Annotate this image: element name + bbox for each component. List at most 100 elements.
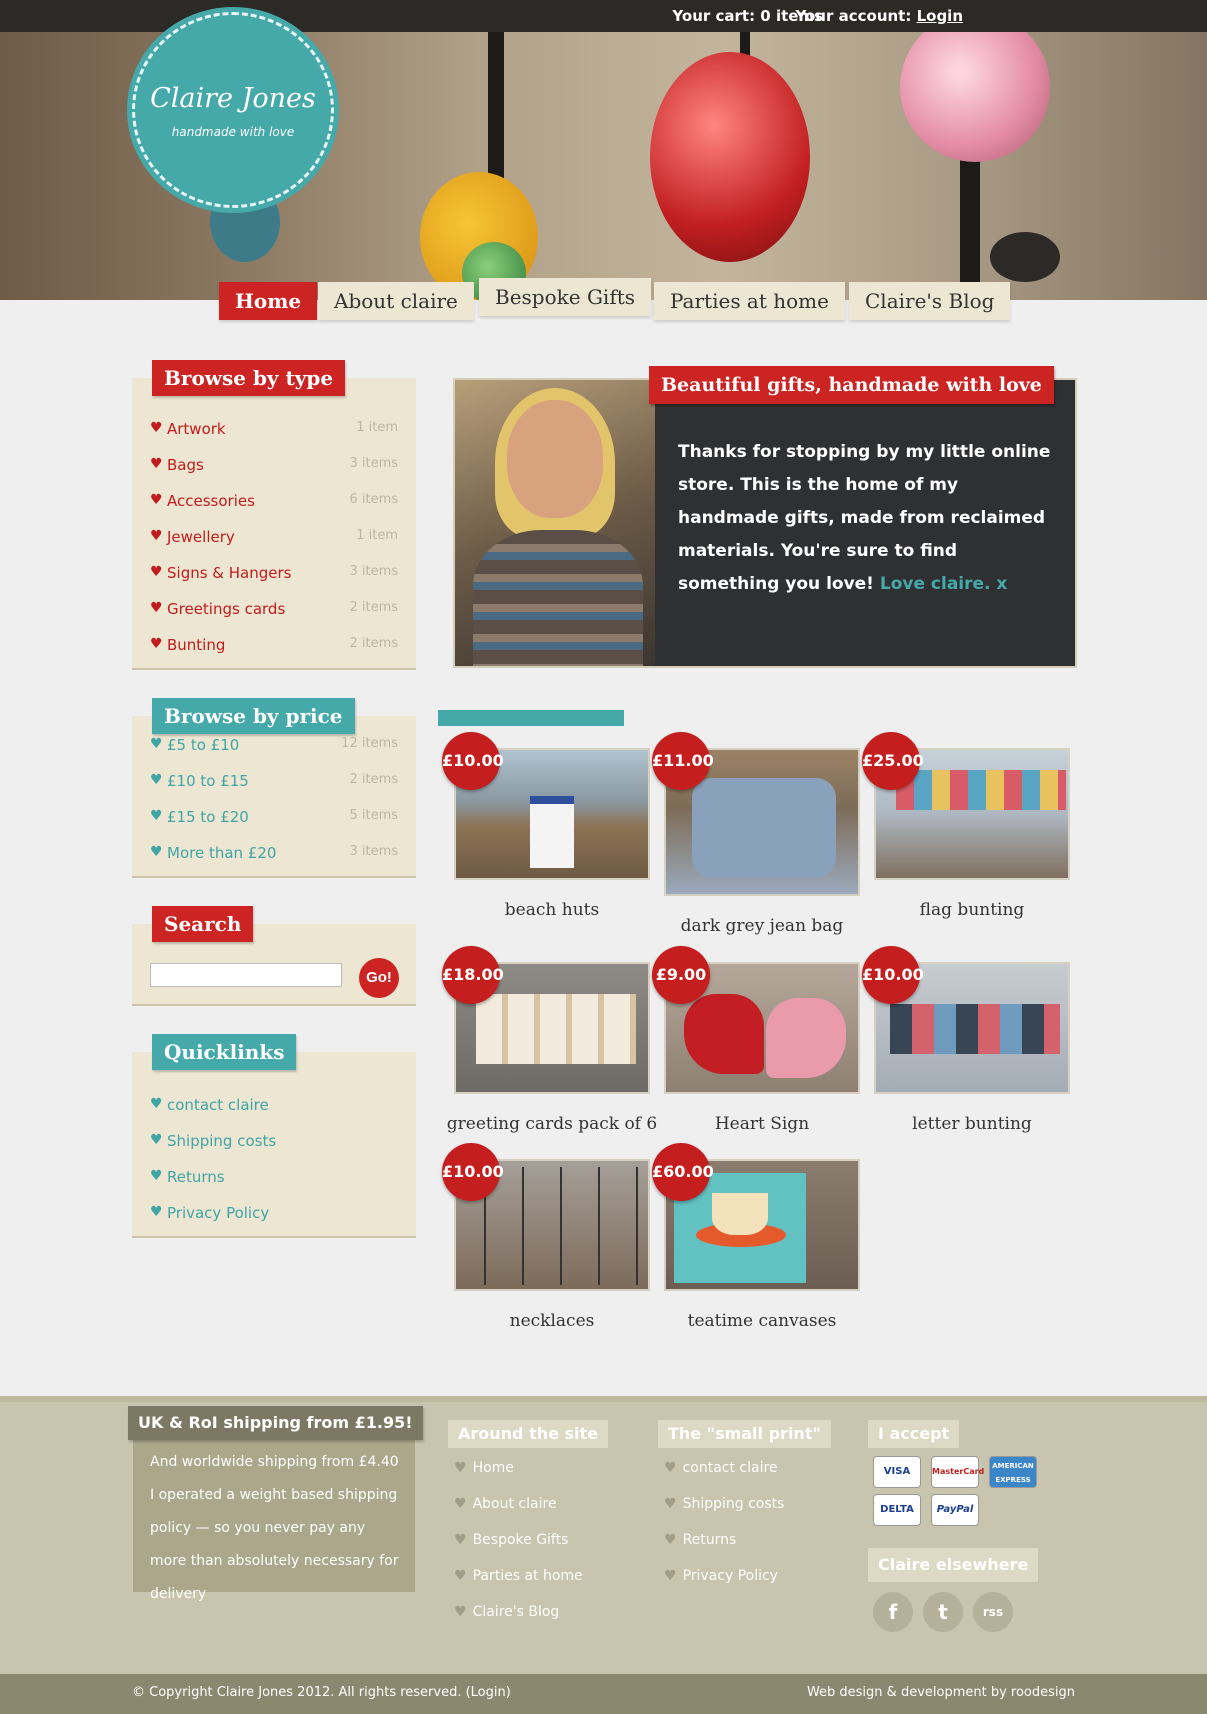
heart-icon: ♥ [150,456,163,472]
search-title: Search [152,906,254,942]
browse-type-item[interactable]: ♥ Bags 3 items [150,456,398,476]
footer-smallprint-item[interactable]: ♥ contact claire [664,1460,778,1476]
footer-smallprint-title: The "small print" [658,1420,831,1448]
heart-icon: ♥ [664,1460,677,1476]
browse-type-panel: Browse by type ♥ Artwork 1 item ♥ Bags 3 ite… [132,360,416,670]
bead-red [650,52,810,262]
product-name[interactable]: letter bunting [854,1114,1090,1134]
browse-price-item[interactable]: ♥ More than £20 3 items [150,844,398,864]
product-name[interactable]: greeting cards pack of 6 [434,1114,670,1134]
footer-around-item[interactable]: ♥ Bespoke Gifts [454,1532,568,1548]
product-name[interactable]: dark grey jean bag [644,916,880,936]
bead-black [990,232,1060,282]
site-logo[interactable]: Claire Jones handmade with love [132,12,334,208]
browse-price-item[interactable]: ♥ £10 to £15 2 items [150,772,398,792]
nav-blog[interactable]: Claire's Blog [849,282,1011,320]
facebook-icon[interactable]: f [873,1592,913,1632]
quicklink-item[interactable]: ♥ contact claire [150,1096,398,1116]
quicklinks-panel: Quicklinks ♥ contact claire ♥ Shipping cos… [132,1034,416,1238]
login-link[interactable]: Login [917,7,963,25]
nav-home[interactable]: Home [219,282,318,320]
footer-smallprint-item[interactable]: ♥ Privacy Policy [664,1568,778,1584]
heart-icon: ♥ [150,492,163,508]
footer-elsewhere-title: Claire elsewhere [868,1548,1039,1582]
photo-face [507,400,603,518]
search-input[interactable] [150,963,342,987]
heart-icon: ♥ [454,1496,467,1512]
price-badge: £11.00 [652,732,714,790]
visa-card-icon: VISA [873,1456,921,1488]
footer-around-item[interactable]: ♥ Home [454,1460,514,1476]
heart-icon: ♥ [150,564,163,580]
browse-price-item[interactable]: ♥ £15 to £20 5 items [150,808,398,828]
footer-around-title: Around the site [448,1420,609,1448]
footer-shipping-title: UK & RoI shipping from £1.95! [128,1406,423,1440]
footer-around-item[interactable]: ♥ Parties at home [454,1568,583,1584]
feature-signature: Love claire. x [879,574,1008,594]
delta-card-icon: DELTA [873,1494,921,1526]
heart-icon: ♥ [150,772,163,788]
beach-hut-shape [530,796,574,868]
nav-bespoke[interactable]: Bespoke Gifts [479,278,652,316]
price-badge: £9.00 [652,946,710,1004]
rss-icon[interactable]: rss [973,1592,1013,1632]
product-name[interactable]: necklaces [434,1311,670,1331]
browse-type-item[interactable]: ♥ Signs & Hangers 3 items [150,564,398,584]
claire-photo [455,380,655,666]
feature-text: Thanks for stopping by my little online … [678,442,1051,594]
product-name[interactable]: flag bunting [854,900,1090,920]
browse-type-item[interactable]: ♥ Artwork 1 item [150,420,398,440]
heart-icon: ♥ [664,1568,677,1584]
feature-panel: Thanks for stopping by my little online … [453,378,1077,668]
quicklinks-title: Quicklinks [152,1034,297,1070]
footer-around-item[interactable]: ♥ Claire's Blog [454,1604,559,1620]
footer-smallprint-item[interactable]: ♥ Returns [664,1532,736,1548]
heart-icon: ♥ [150,1132,163,1148]
browse-price-item[interactable]: ♥ £5 to £10 12 items [150,736,398,756]
browse-price-panel: Browse by price ♥ £5 to £10 12 items ♥ £10 … [132,698,416,878]
price-badge: £25.00 [862,732,924,790]
price-badge: £18.00 [442,946,504,1004]
quicklink-item[interactable]: ♥ Privacy Policy [150,1204,398,1224]
browse-type-item[interactable]: ♥ Greetings cards 2 items [150,600,398,620]
jean-bag-shape [692,778,836,878]
quicklink-item[interactable]: ♥ Returns [150,1168,398,1188]
design-credit[interactable]: Web design & development by roodesign [807,1685,1075,1700]
twitter-icon[interactable]: t [923,1592,963,1632]
browse-type-item[interactable]: ♥ Jewellery 1 item [150,528,398,548]
letter-bunting-shape [890,1004,1060,1054]
heart-icon: ♥ [150,600,163,616]
heart-icon: ♥ [150,1168,163,1184]
product-name[interactable]: Heart Sign [644,1114,880,1134]
heart-icon: ♥ [454,1460,467,1476]
heart-icon: ♥ [150,844,163,860]
price-badge: £10.00 [442,732,504,790]
quicklink-item[interactable]: ♥ Shipping costs [150,1132,398,1152]
heart-icon: ♥ [454,1568,467,1584]
feature-title: Beautiful gifts, handmade with love [649,366,1054,404]
nav-about[interactable]: About claire [318,282,474,320]
nav-parties[interactable]: Parties at home [654,282,845,320]
heart-icon: ♥ [150,636,163,652]
product-name[interactable]: beach huts [434,900,670,920]
heart-sign-pink [766,998,846,1078]
mastercard-icon: MasterCard [931,1456,984,1488]
browse-type-title: Browse by type [152,360,346,396]
search-go-button[interactable]: Go! [359,958,399,998]
heart-icon: ♥ [664,1532,677,1548]
heart-icon: ♥ [150,736,163,752]
footer-smallprint-item[interactable]: ♥ Shipping costs [664,1496,784,1512]
product-name[interactable]: teatime canvases [644,1311,880,1331]
heart-icon: ♥ [150,1204,163,1220]
browse-type-item[interactable]: ♥ Bunting 2 items [150,636,398,656]
footer-around-item[interactable]: ♥ About claire [454,1496,557,1512]
amex-card-icon: AMERICAN EXPRESS [989,1456,1037,1488]
paypal-icon: PayPal [931,1494,979,1526]
flag-bunting-shape [896,770,1066,810]
heart-icon: ♥ [454,1604,467,1620]
logo-name: Claire Jones [150,83,316,114]
browse-price-title: Browse by price [152,698,355,734]
price-badge: £10.00 [442,1143,504,1201]
photo-jumper [473,530,643,666]
browse-type-item[interactable]: ♥ Accessories 6 items [150,492,398,512]
